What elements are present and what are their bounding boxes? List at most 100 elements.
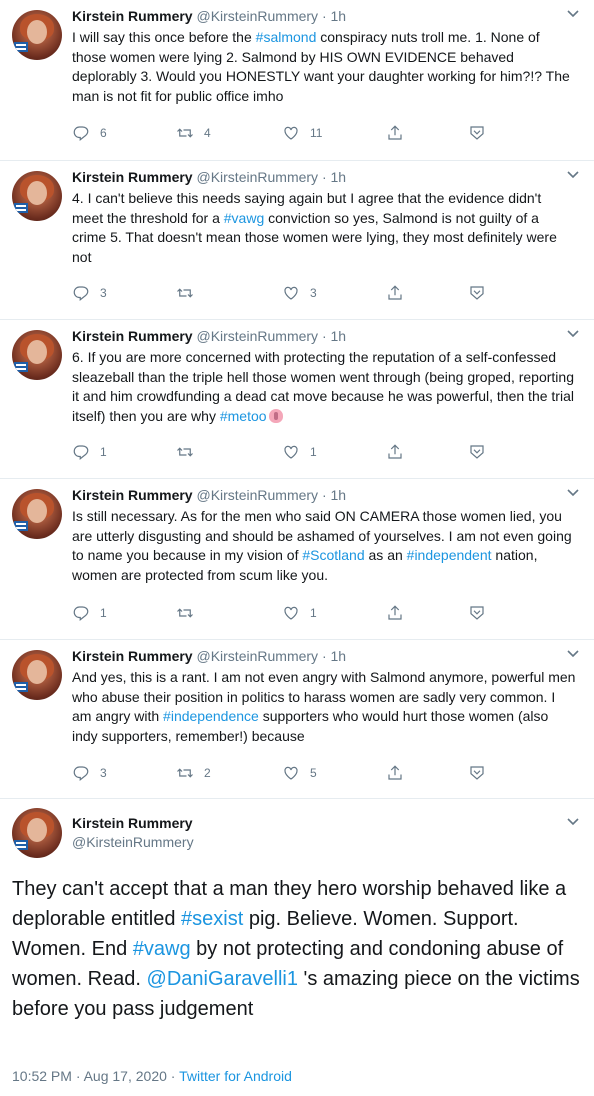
main-tweet-text: They can't accept that a man they hero w… <box>12 874 584 1024</box>
like-button[interactable]: 3 <box>282 283 317 303</box>
reply-button[interactable]: 3 <box>72 283 107 303</box>
reply-icon <box>73 445 89 460</box>
retweet-button[interactable] <box>176 442 204 462</box>
chevron-down-icon[interactable] <box>566 487 580 499</box>
avatar[interactable] <box>12 489 62 539</box>
like-icon <box>284 606 298 620</box>
like-icon <box>284 766 298 780</box>
retweet-button[interactable]: 4 <box>176 123 211 143</box>
like-button[interactable]: 5 <box>282 763 317 783</box>
reply-count: 3 <box>100 286 107 300</box>
hashtag-link[interactable]: #salmond <box>256 29 317 45</box>
retweet-button[interactable] <box>176 603 204 623</box>
chevron-down-icon[interactable] <box>566 328 580 340</box>
hashtag-link[interactable]: #independent <box>407 547 492 563</box>
bookmark-button[interactable] <box>468 283 486 303</box>
tweet-header: Kirstein Rummery @KirsteinRummery · 1h <box>72 8 347 24</box>
reply-button[interactable]: 6 <box>72 123 107 143</box>
mention-link[interactable]: @DaniGaravelli1 <box>147 968 298 990</box>
tweet-time[interactable]: 1h <box>331 648 347 664</box>
reply-count: 3 <box>100 766 107 780</box>
retweet-icon <box>177 608 193 618</box>
share-button[interactable] <box>386 442 404 462</box>
author-name[interactable]: Kirstein Rummery <box>72 169 193 185</box>
hashtag-link[interactable]: #independence <box>163 708 259 724</box>
share-button[interactable] <box>386 763 404 783</box>
like-button[interactable]: 1 <box>282 442 317 462</box>
reply-icon <box>73 126 89 141</box>
share-icon <box>388 765 402 780</box>
tweet-time[interactable]: 1h <box>331 8 347 24</box>
share-icon <box>388 125 402 140</box>
avatar[interactable] <box>12 10 62 60</box>
share-button[interactable] <box>386 123 404 143</box>
hashtag-link[interactable]: #vawg <box>133 938 191 960</box>
tweet-header: Kirstein Rummery @KirsteinRummery · 1h <box>72 648 347 664</box>
tweet-time[interactable]: 1h <box>331 328 347 344</box>
chevron-down-icon[interactable] <box>566 169 580 181</box>
author-handle[interactable]: @KirsteinRummery <box>196 328 318 344</box>
author-name[interactable]: Kirstein Rummery <box>72 8 193 24</box>
author-handle[interactable]: @KirsteinRummery <box>196 487 318 503</box>
like-count: 1 <box>310 445 317 459</box>
chevron-down-icon[interactable] <box>566 648 580 660</box>
author-name[interactable]: Kirstein Rummery <box>72 815 193 831</box>
author-handle[interactable]: @KirsteinRummery <box>72 834 194 850</box>
tweet-time[interactable]: 1h <box>331 169 347 185</box>
author-name[interactable]: Kirstein Rummery <box>72 487 193 503</box>
share-button[interactable] <box>386 283 404 303</box>
share-button[interactable] <box>386 603 404 623</box>
share-icon <box>388 285 402 300</box>
like-button[interactable]: 1 <box>282 603 317 623</box>
bookmark-button[interactable] <box>468 603 486 623</box>
like-icon <box>284 126 298 140</box>
hashtag-link[interactable]: #sexist <box>181 908 243 930</box>
avatar[interactable] <box>12 330 62 380</box>
share-icon <box>388 605 402 620</box>
avatar[interactable] <box>12 808 62 858</box>
author-handle[interactable]: @KirsteinRummery <box>196 169 318 185</box>
avatar[interactable] <box>12 650 62 700</box>
divider <box>0 798 594 799</box>
bookmark-button[interactable] <box>468 442 486 462</box>
author-handle[interactable]: @KirsteinRummery <box>196 648 318 664</box>
reply-count: 1 <box>100 606 107 620</box>
tweet[interactable]: Kirstein Rummery @KirsteinRummery · 1h 6… <box>0 320 594 478</box>
like-icon <box>284 286 298 300</box>
tweet-header: Kirstein Rummery @KirsteinRummery · 1h <box>72 169 347 185</box>
bookmark-button[interactable] <box>468 763 486 783</box>
reply-button[interactable]: 1 <box>72 603 107 623</box>
author-name[interactable]: Kirstein Rummery <box>72 328 193 344</box>
tweet[interactable]: Kirstein Rummery @KirsteinRummery · 1h I… <box>0 479 594 639</box>
avatar[interactable] <box>12 171 62 221</box>
hashtag-link[interactable]: #metoo <box>220 408 267 424</box>
tweet-text: I will say this once before the #salmond… <box>72 28 576 106</box>
tweet[interactable]: Kirstein Rummery @KirsteinRummery · 1h I… <box>0 0 594 160</box>
tweet-timestamp: 10:52 PM · Aug 17, 2020 · Twitter for An… <box>12 1068 292 1084</box>
chevron-down-icon[interactable] <box>566 816 580 828</box>
share-icon <box>388 444 402 459</box>
like-button[interactable]: 11 <box>282 123 322 143</box>
like-count: 3 <box>310 286 317 300</box>
retweet-button[interactable] <box>176 283 204 303</box>
reply-button[interactable]: 1 <box>72 442 107 462</box>
tweet-source-link[interactable]: Twitter for Android <box>179 1068 292 1084</box>
tweet-text: And yes, this is a rant. I am not even a… <box>72 668 576 746</box>
tweet-text: 6. If you are more concerned with protec… <box>72 348 576 426</box>
author-handle[interactable]: @KirsteinRummery <box>196 8 318 24</box>
tweet-text-runs: 6. If you are more concerned with protec… <box>72 349 574 424</box>
tweet[interactable]: Kirstein Rummery @KirsteinRummery · 1h 4… <box>0 161 594 319</box>
retweet-button[interactable]: 2 <box>176 763 211 783</box>
tweet-text: 4. I can't believe this needs saying aga… <box>72 189 576 267</box>
timestamp-text[interactable]: 10:52 PM · Aug 17, 2020 · <box>12 1068 179 1084</box>
bookmark-button[interactable] <box>468 123 486 143</box>
tweet[interactable]: Kirstein Rummery @KirsteinRummery · 1h A… <box>0 640 594 798</box>
tweet-time[interactable]: 1h <box>331 487 347 503</box>
hashtag-link[interactable]: #vawg <box>224 210 264 226</box>
reply-icon <box>73 286 89 301</box>
chevron-down-icon[interactable] <box>566 8 580 20</box>
tweet-actions: 3 3 <box>72 283 512 303</box>
hashtag-link[interactable]: #Scotland <box>302 547 364 563</box>
author-name[interactable]: Kirstein Rummery <box>72 648 193 664</box>
reply-button[interactable]: 3 <box>72 763 107 783</box>
